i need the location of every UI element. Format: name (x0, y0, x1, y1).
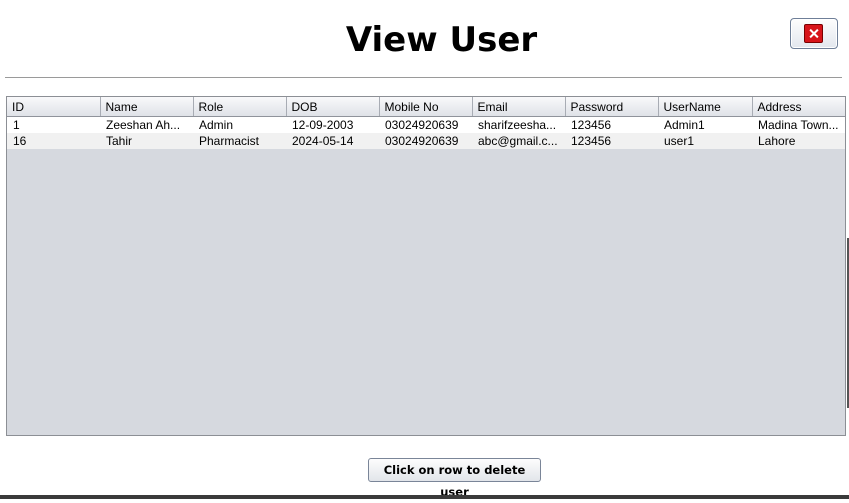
users-table[interactable]: ID Name Role DOB Mobile No Email Passwor… (7, 97, 845, 149)
cell-mobile-no[interactable]: 03024920639 (379, 133, 472, 149)
cell-dob[interactable]: 12-09-2003 (286, 116, 379, 133)
cell-mobile-no[interactable]: 03024920639 (379, 116, 472, 133)
delete-user-button[interactable]: Click on row to delete user (368, 458, 541, 499)
column-header-email[interactable]: Email (472, 97, 566, 117)
cell-role[interactable]: Pharmacist (193, 133, 286, 149)
cell-email[interactable]: sharifzeesha... (472, 116, 565, 133)
title-separator (5, 77, 842, 78)
column-header-name[interactable]: Name (100, 97, 194, 117)
cell-dob[interactable]: 2024-05-14 (286, 133, 379, 149)
cell-id[interactable]: 1 (7, 116, 100, 133)
cell-role[interactable]: Admin (193, 116, 286, 133)
column-header-dob[interactable]: DOB (286, 97, 380, 117)
page-title: View User (345, 20, 538, 60)
cell-password[interactable]: 123456 (565, 116, 658, 133)
column-header-mobile-no[interactable]: Mobile No (379, 97, 473, 117)
cell-username[interactable]: Admin1 (658, 116, 752, 133)
cell-id[interactable]: 16 (7, 133, 100, 149)
cell-name[interactable]: Tahir (100, 133, 193, 149)
cell-email[interactable]: abc@gmail.c... (472, 133, 565, 149)
column-header-role[interactable]: Role (193, 97, 287, 117)
table-header-row: ID Name Role DOB Mobile No Email Passwor… (7, 97, 845, 117)
cell-address[interactable]: Lahore (752, 133, 845, 149)
column-header-id[interactable]: ID (7, 97, 101, 117)
table-row[interactable]: 1 Zeeshan Ah... Admin 12-09-2003 0302492… (7, 116, 845, 133)
users-table-scroll-pane[interactable]: ID Name Role DOB Mobile No Email Passwor… (6, 96, 846, 436)
cell-name[interactable]: Zeeshan Ah... (100, 116, 193, 133)
column-header-username[interactable]: UserName (658, 97, 753, 117)
cell-address[interactable]: Madina Town... (752, 116, 845, 133)
window-edge-bottom (0, 495, 849, 499)
column-header-password[interactable]: Password (565, 97, 659, 117)
close-button[interactable] (790, 18, 838, 49)
cell-password[interactable]: 123456 (565, 133, 658, 149)
table-row[interactable]: 16 Tahir Pharmacist 2024-05-14 030249206… (7, 133, 845, 149)
view-user-window: View User ID Name Role DOB Mobile No Ema… (0, 0, 849, 499)
column-header-address[interactable]: Address (752, 97, 845, 117)
cell-username[interactable]: user1 (658, 133, 752, 149)
close-icon (804, 24, 823, 43)
